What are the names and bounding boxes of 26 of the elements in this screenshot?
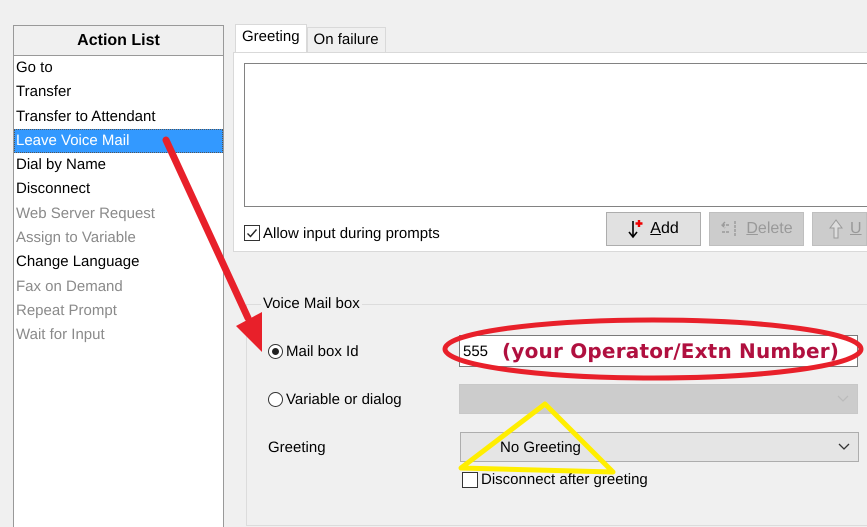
- annotation-text: (your Operator/Extn Number): [502, 339, 840, 363]
- checkbox[interactable]: [244, 225, 260, 241]
- list-item[interactable]: Disconnect: [14, 177, 223, 202]
- tab[interactable]: Greeting: [235, 24, 307, 52]
- mailbox-id-field[interactable]: 555 (your Operator/Extn Number): [459, 335, 858, 367]
- list-item[interactable]: Transfer: [14, 80, 223, 105]
- list-item[interactable]: Go to: [14, 56, 223, 80]
- checkbox-label: Allow input during prompts: [263, 224, 440, 242]
- radio-label: Variable or dialog: [286, 390, 402, 408]
- greeting-dropdown[interactable]: No Greeting: [460, 432, 859, 462]
- chevron-icon: [838, 443, 850, 451]
- checkbox-label: Disconnect after greeting: [481, 471, 648, 488]
- list-item[interactable]: Change Language: [14, 250, 223, 275]
- checkbox[interactable]: [462, 472, 478, 488]
- list-item[interactable]: Dial by Name: [14, 153, 223, 178]
- list-header: Action List: [14, 26, 223, 56]
- radio-button[interactable]: [268, 344, 283, 358]
- radio-button[interactable]: [268, 392, 283, 406]
- radio-label: Mail box Id: [286, 342, 359, 360]
- add-button[interactable]: Add: [606, 212, 701, 246]
- greeting-label: Greeting: [268, 438, 327, 456]
- up-arrow-icon: [828, 219, 844, 239]
- list-item[interactable]: Transfer to Attendant: [14, 104, 223, 129]
- tab[interactable]: On failure: [306, 27, 386, 52]
- check-icon: [246, 227, 258, 239]
- add-icon: [628, 219, 644, 239]
